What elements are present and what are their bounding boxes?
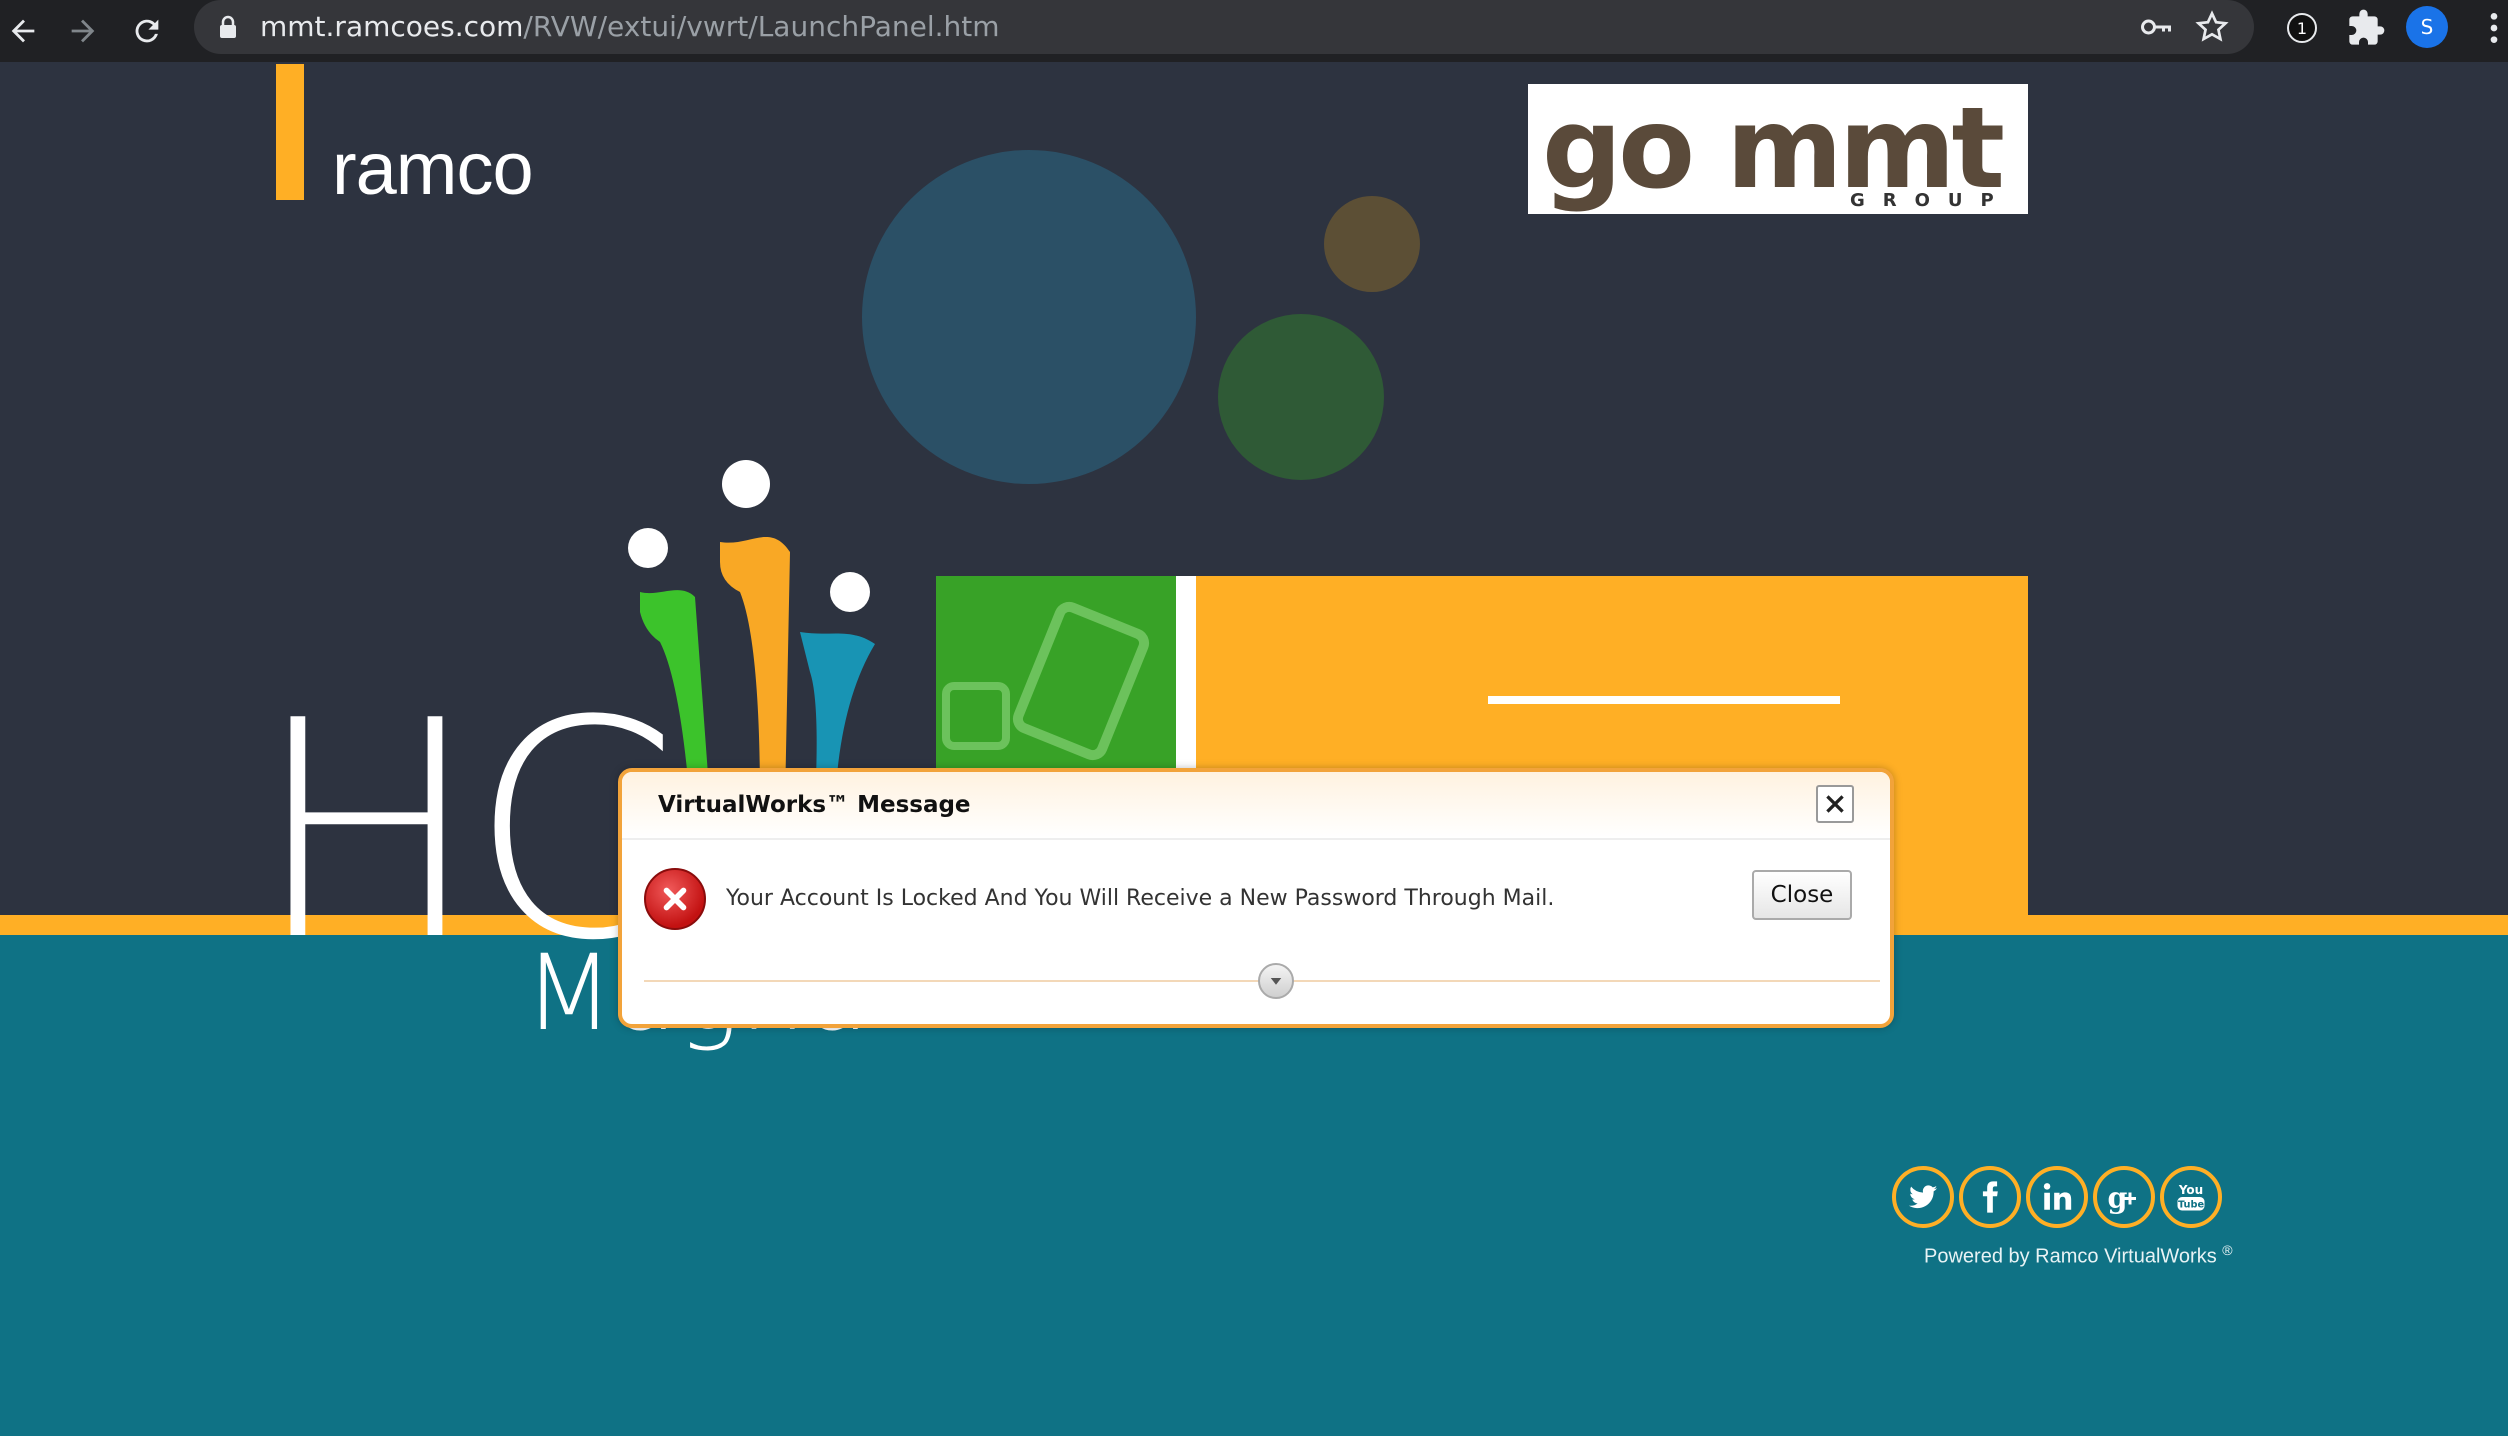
linkedin-icon[interactable] <box>2026 1166 2088 1228</box>
message-dialog: VirtualWorks™ Message Your Account Is Lo… <box>618 768 1894 1028</box>
youtube-icon[interactable]: You Tube <box>2160 1166 2222 1228</box>
extensions-button[interactable] <box>2346 8 2386 48</box>
forward-button[interactable] <box>60 8 106 54</box>
profile-initial: S <box>2420 15 2434 39</box>
dialog-title: VirtualWorks™ Message <box>658 792 971 818</box>
password-manager-icon: 1 <box>2287 13 2317 43</box>
forward-arrow-icon <box>71 19 95 43</box>
lock-icon <box>220 15 236 38</box>
dialog-close-x-button[interactable] <box>1816 785 1854 823</box>
reload-button[interactable] <box>124 8 170 54</box>
reload-icon <box>135 19 159 43</box>
back-button[interactable] <box>0 8 46 54</box>
svg-text:Tube: Tube <box>2178 1200 2205 1211</box>
ramco-logo: ramco <box>332 127 534 210</box>
google-plus-icon[interactable]: g <box>2093 1166 2155 1228</box>
address-bar[interactable]: mmt.ramcoes.com/RVW/extui/vwrt/LaunchPan… <box>194 0 2254 54</box>
facebook-icon[interactable] <box>1959 1166 2021 1228</box>
hr-globe-illustration <box>862 150 1196 484</box>
social-links: g You Tube <box>1892 1166 2222 1228</box>
dialog-header: VirtualWorks™ Message <box>622 772 1890 840</box>
powered-by-text: Powered by Ramco VirtualWorks ® <box>1924 1242 2244 1269</box>
registered-mark: ® <box>2222 1242 2233 1258</box>
svg-text:You: You <box>2178 1183 2203 1197</box>
twitter-icon[interactable] <box>1892 1166 1954 1228</box>
extension-badge: 1 <box>2297 19 2307 38</box>
key-icon[interactable] <box>2138 9 2174 45</box>
close-button[interactable]: Close <box>1752 870 1852 920</box>
url-host: mmt.ramcoes.com <box>260 10 524 43</box>
browser-menu-button[interactable] <box>2474 8 2508 48</box>
green-globe-illustration <box>1218 314 1384 480</box>
puzzle-piece-icon <box>2349 9 2385 45</box>
client-logo: go mmt GROUP <box>1528 84 2028 214</box>
bookmark-star-icon[interactable] <box>2194 9 2230 45</box>
profile-avatar[interactable]: S <box>2406 6 2448 48</box>
chevron-down-icon <box>1270 978 1282 985</box>
url-path: /RVW/extui/vwrt/LaunchPanel.htm <box>523 10 1000 43</box>
launch-panel-page: ramco go mmt GROUP HC Magna <box>0 62 2508 1436</box>
client-logo-subtext: GROUP <box>1850 190 2012 211</box>
error-icon <box>644 868 706 930</box>
extension-password-manager-button[interactable]: 1 <box>2282 8 2322 48</box>
kebab-menu-icon <box>2490 13 2498 43</box>
small-orange-globe-illustration <box>1324 196 1420 292</box>
error-message: Your Account Is Locked And You Will Rece… <box>726 886 1555 911</box>
login-panel-line <box>1488 696 1840 704</box>
powered-by-label: Powered by Ramco VirtualWorks <box>1924 1245 2217 1268</box>
ramco-logo-bar <box>276 64 304 200</box>
back-arrow-icon <box>11 19 35 43</box>
url-text[interactable]: mmt.ramcoes.com/RVW/extui/vwrt/LaunchPan… <box>260 11 1000 43</box>
expand-details-button[interactable] <box>1258 963 1294 999</box>
browser-toolbar: mmt.ramcoes.com/RVW/extui/vwrt/LaunchPan… <box>0 0 2508 62</box>
close-icon <box>1826 795 1844 813</box>
